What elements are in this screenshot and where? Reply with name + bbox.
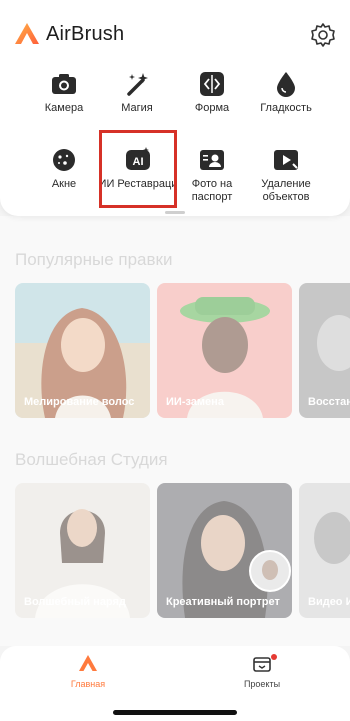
card-caption: Восстан bbox=[308, 396, 350, 408]
tool-label: Фото на паспорт bbox=[191, 178, 233, 203]
popular-card-hair[interactable]: Мелирование волос bbox=[15, 283, 150, 418]
card-caption: Мелирование волос bbox=[24, 396, 135, 408]
nav-projects-label: Проекты bbox=[243, 679, 281, 689]
card-caption: ИИ-замена bbox=[166, 396, 224, 408]
card-caption: Волшебный наряд bbox=[24, 596, 126, 608]
app-title: AirBrush bbox=[46, 23, 125, 45]
tool-passport-photo[interactable]: Фото на паспорт bbox=[172, 146, 252, 216]
airbrush-logo-icon bbox=[15, 23, 39, 44]
projects-icon bbox=[253, 657, 271, 672]
app-header: AirBrush bbox=[0, 0, 350, 70]
tool-reshape[interactable]: Форма bbox=[172, 70, 252, 140]
magic-wand-icon bbox=[127, 73, 148, 96]
nav-home[interactable]: Главная bbox=[43, 654, 133, 694]
reshape-icon bbox=[200, 72, 224, 96]
gear-icon[interactable] bbox=[309, 21, 337, 49]
popular-card-ai-swap[interactable]: ИИ-замена bbox=[157, 283, 292, 418]
drop-icon bbox=[277, 72, 295, 97]
camera-icon bbox=[52, 74, 76, 94]
studio-section-title: Волшебная Студия bbox=[15, 450, 168, 469]
home-indicator bbox=[113, 710, 237, 715]
studio-card-outfit[interactable]: Волшебный наряд bbox=[15, 483, 150, 618]
card-caption: Креативный портрет bbox=[166, 596, 280, 608]
tool-acne[interactable]: Акне bbox=[24, 146, 104, 216]
nav-projects[interactable]: Проекты bbox=[217, 654, 307, 694]
acne-icon bbox=[53, 149, 75, 171]
tool-label: Камера bbox=[44, 102, 84, 114]
tool-object-removal[interactable]: Удаление объектов bbox=[246, 146, 326, 216]
studio-card-portrait[interactable]: Креативный портрет bbox=[157, 483, 292, 618]
tool-label: Удаление объектов bbox=[261, 178, 311, 203]
selection-highlight bbox=[99, 130, 177, 208]
tool-smooth[interactable]: Гладкость bbox=[246, 70, 326, 140]
home-logo-icon bbox=[79, 655, 97, 671]
popular-section-title: Популярные правки bbox=[15, 250, 173, 269]
notification-badge bbox=[271, 654, 277, 660]
tool-label: Магия bbox=[121, 102, 153, 114]
passport-photo-icon bbox=[200, 150, 224, 170]
popular-card-restore[interactable]: Восстан bbox=[299, 283, 350, 418]
tool-label: Форма bbox=[194, 102, 230, 114]
tool-camera[interactable]: Камера bbox=[24, 70, 104, 140]
tool-label: Гладкость bbox=[260, 102, 312, 114]
tool-label: Акне bbox=[51, 178, 77, 190]
object-removal-icon bbox=[274, 150, 298, 170]
card-caption: Видео И bbox=[308, 596, 350, 608]
nav-home-label: Главная bbox=[70, 679, 106, 689]
studio-card-video[interactable]: Видео И bbox=[299, 483, 350, 618]
panel-handle[interactable] bbox=[165, 211, 185, 214]
